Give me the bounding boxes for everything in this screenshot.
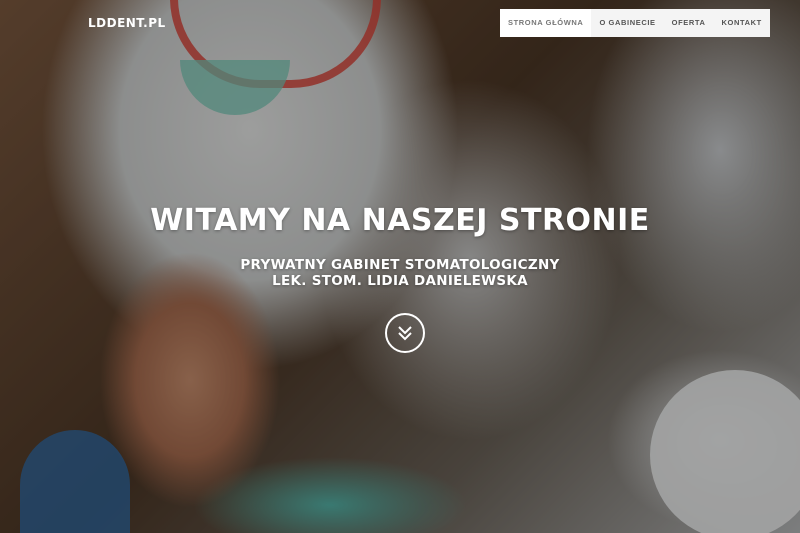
hero-subtitle-line1: PRYWATNY GABINET STOMATOLOGICZNY <box>240 257 560 273</box>
nav-menu: STRONA GŁÓWNA O GABINECIE OFERTA KONTAKT <box>500 9 770 37</box>
nav-item-home[interactable]: STRONA GŁÓWNA <box>500 9 592 37</box>
nav-item-contact[interactable]: KONTAKT <box>713 9 770 37</box>
double-chevron-down-icon <box>398 326 412 341</box>
scroll-down-button[interactable] <box>385 313 425 353</box>
nav-item-about[interactable]: O GABINECIE <box>591 9 664 37</box>
hero-subtitle-line2: LEK. STOM. LIDIA DANIELEWSKA <box>272 273 528 289</box>
hero-section: LDDENT.PL STRONA GŁÓWNA O GABINECIE OFER… <box>0 0 800 533</box>
nav-item-offer[interactable]: OFERTA <box>663 9 714 37</box>
hero-title: WITAMY NA NASZEJ STRONIE <box>150 203 650 238</box>
navbar: LDDENT.PL STRONA GŁÓWNA O GABINECIE OFER… <box>0 0 800 48</box>
brand-logo[interactable]: LDDENT.PL <box>88 16 166 30</box>
